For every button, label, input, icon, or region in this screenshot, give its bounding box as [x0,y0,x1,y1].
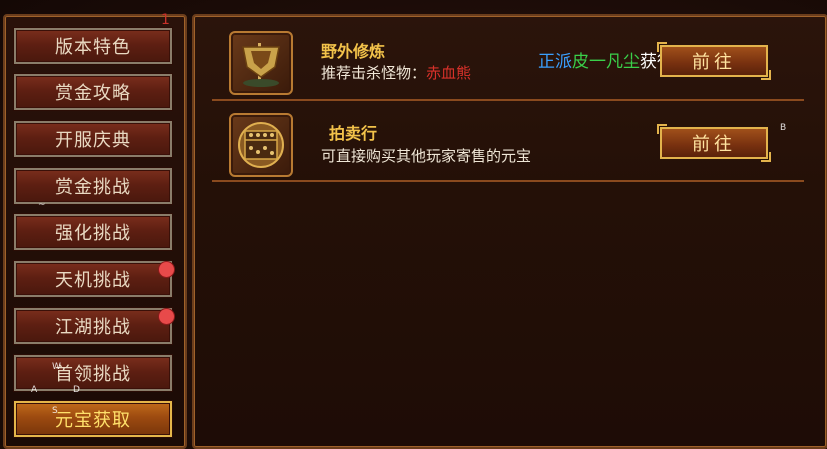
entry-description: 推荐击杀怪物：赤血熊 [321,62,471,83]
monster-name: 赤血熊 [426,64,472,82]
sidebar-item-bounty-guide[interactable]: 赏金攻略 [14,74,172,110]
sidebar-item-version-features[interactable]: 版本特色 [14,28,172,64]
banner-icon [229,31,293,95]
go-button[interactable]: 前往 [657,42,771,80]
entry-description: 可直接购买其他玩家寄售的元宝 [321,147,532,165]
entry-title: 拍卖行 [329,124,378,143]
sidebar-item-yuanbao-acquire[interactable]: 元宝获取 [14,401,172,437]
sidebar-item-boss-challenge[interactable]: 首领挑战 [14,355,172,391]
notice-player: 皮一凡尘 [572,52,640,72]
system-notice: 正派皮一凡尘获得 [538,47,674,72]
sidebar-item-server-celebration[interactable]: 开服庆典 [14,121,172,157]
key-hint-d: D [73,385,80,395]
sidebar-item-enhance-challenge[interactable]: 强化挑战 [14,214,172,250]
key-hint-a: A [31,385,38,395]
key-hint-b: B [780,123,787,133]
corner-number: 1 [161,12,170,28]
row-divider [212,180,804,182]
sidebar-item-tianji-challenge[interactable]: 天机挑战 [14,261,172,297]
notification-dot [159,309,174,324]
key-hint-tilde: ~ [38,200,46,210]
sidebar-item-jianghu-challenge[interactable]: 江湖挑战 [14,308,172,344]
notification-dot [159,262,174,277]
key-hint-w: W [52,362,61,372]
notice-faction: 正派 [538,52,572,72]
key-hint-s: S [52,406,58,416]
sidebar-item-bounty-challenge[interactable]: 赏金挑战 [14,168,172,204]
entry-desc-text: 推荐击杀怪物： [321,64,427,82]
go-button[interactable]: 前往 [657,124,771,162]
row-divider [212,99,804,101]
abacus-icon [229,113,293,177]
entry-title: 野外修炼 [321,42,386,61]
